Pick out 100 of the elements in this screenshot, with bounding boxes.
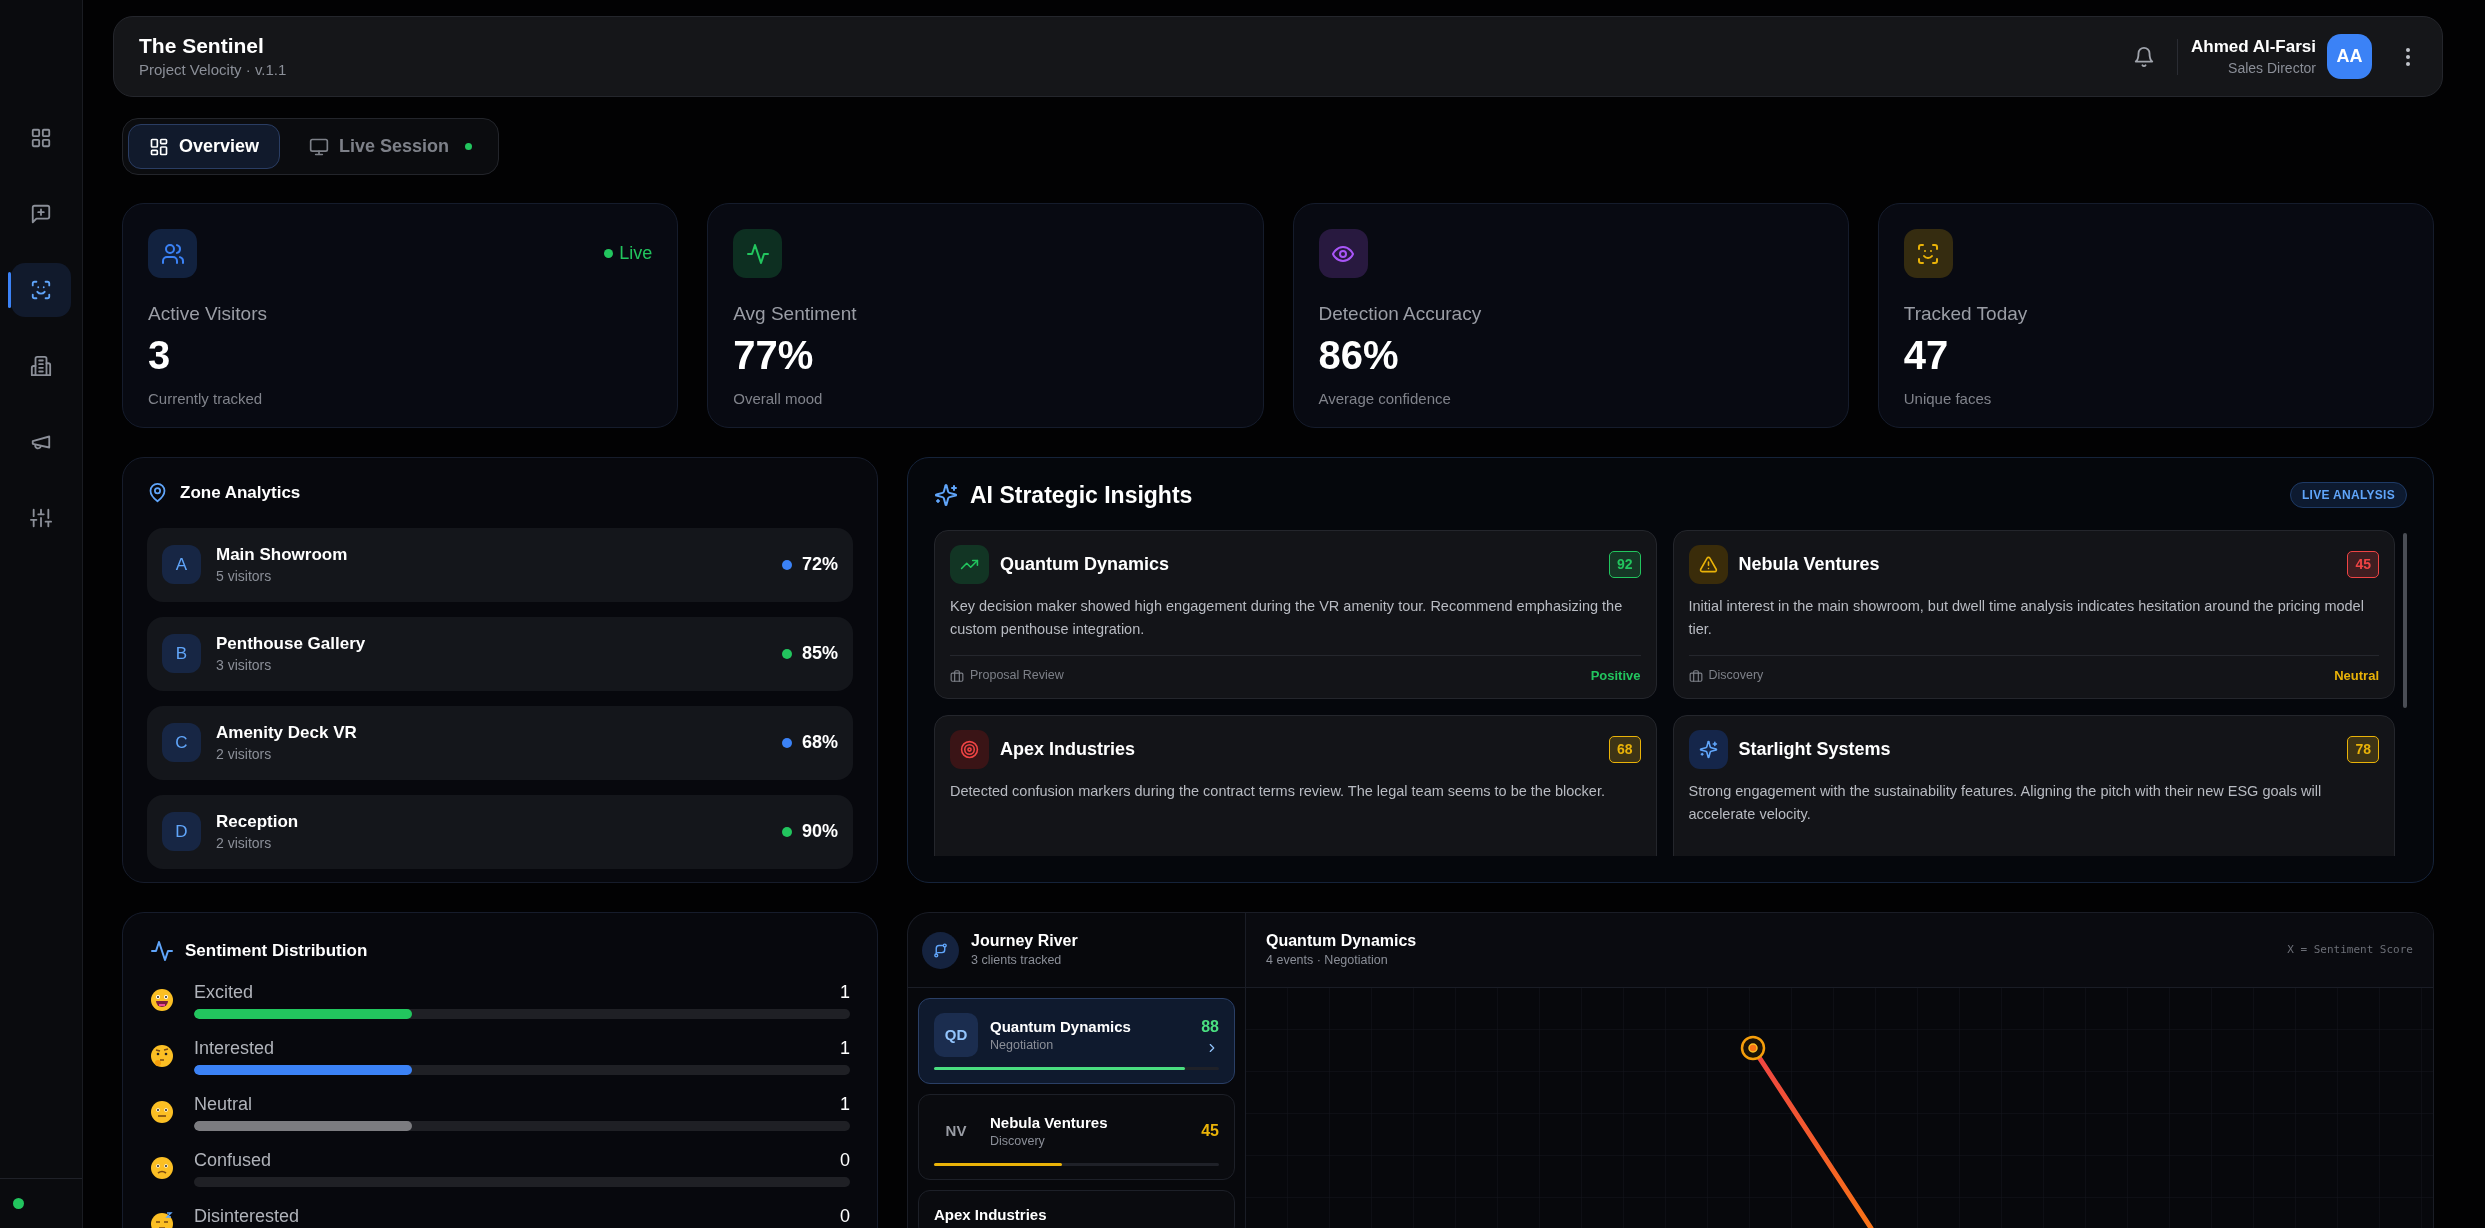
message-plus-icon — [30, 203, 52, 225]
sentiment-label: Neutral — [194, 1092, 253, 1115]
zone-name: Main Showroom — [216, 543, 349, 566]
company-name: Starlight Systems — [1738, 737, 1892, 761]
zone-letter: C — [162, 723, 201, 762]
zone-row[interactable]: B Penthouse Gallery 3 visitors 85% — [147, 616, 853, 691]
stat-label: Active Visitors — [148, 302, 268, 326]
sentiment-label: Positive — [1590, 667, 1641, 685]
face-scan-icon — [30, 279, 52, 301]
zone-letter: A — [162, 545, 201, 584]
panel-title: Zone Analytics — [180, 482, 301, 504]
zone-visitors: 2 visitors — [216, 833, 273, 853]
briefcase-icon — [1688, 668, 1703, 683]
sentiment-label: Neutral — [2334, 667, 2379, 685]
sentiment-count: 0 — [840, 1204, 850, 1227]
sentiment-count: 1 — [840, 1036, 850, 1059]
sparkles-icon — [1698, 739, 1718, 759]
client-name: Quantum Dynamics — [990, 1016, 1132, 1036]
zone-percent: 72% — [801, 553, 838, 576]
dashboard-icon — [149, 136, 169, 157]
detail-subtitle: 4 events · Negotiation — [1266, 952, 1389, 969]
zone-percent: 90% — [801, 820, 838, 843]
client-score: 45 — [1201, 1121, 1219, 1141]
client-item[interactable]: QD Quantum Dynamics Negotiation 88 — [918, 998, 1235, 1084]
stat-value: 77% — [733, 332, 815, 378]
zone-percent: 68% — [801, 731, 838, 754]
company-name: Apex Industries — [1000, 737, 1137, 761]
company-name: Nebula Ventures — [1738, 552, 1881, 576]
stat-value: 3 — [148, 332, 172, 378]
zone-row[interactable]: C Amenity Deck VR 2 visitors 68% — [147, 705, 853, 780]
panel-title: Sentiment Distribution — [185, 940, 368, 962]
insight-card[interactable]: Starlight Systems 78 Strong engagement with the sustainability features. Aligning the pitch with their new ESG goals will accelerate velocity. — [1672, 714, 2395, 856]
zone-row[interactable]: D Reception 2 visitors 90% — [147, 794, 853, 869]
building-icon — [30, 355, 52, 377]
client-initials: NV — [944, 1120, 968, 1141]
stat-caption: Overall mood — [733, 389, 824, 409]
sentiment-count: 1 — [840, 980, 850, 1003]
insight-card[interactable]: Nebula Ventures 45 Initial interest in the main showroom, but dwell time analysis indicates hesitation around the pricing model tier. Discovery Neutral — [1672, 529, 2395, 699]
pulse-icon — [150, 938, 174, 963]
user-role: Sales Director — [2228, 58, 2316, 78]
stat-value: 47 — [1903, 332, 1950, 378]
warning-icon — [1698, 554, 1718, 574]
client-name: Apex Industries — [934, 1205, 1048, 1224]
stat-caption: Average confidence — [1318, 389, 1452, 409]
stat-caption: Currently tracked — [148, 389, 264, 409]
zone-visitors: 2 visitors — [216, 744, 273, 764]
tab[interactable]: Overview — [128, 124, 281, 169]
client-name: Nebula Ventures — [990, 1112, 1109, 1132]
stat-label: Avg Sentiment — [733, 302, 858, 326]
tab[interactable]: Live Session — [288, 124, 494, 169]
insight-card[interactable]: Quantum Dynamics 92 Key decision maker showed high engagement during the VR amenity tour. Recommend emphasizing the custom penthouse integration. Proposal Review Positive — [934, 529, 1657, 699]
target-icon — [960, 739, 979, 759]
sentiment-label: Disinterested — [194, 1204, 300, 1227]
user-name: Ahmed Al-Farsi — [2191, 35, 2316, 58]
deal-stage: Proposal Review — [970, 667, 1065, 685]
active-indicator — [8, 272, 11, 308]
stat-value: 86% — [1318, 332, 1400, 378]
insight-text: Strong engagement with the sustainability features. Aligning the pitch with their new ESG goals will accelerate velocity. — [1688, 781, 2323, 824]
more-icon — [2406, 47, 2410, 66]
users-icon — [160, 241, 185, 266]
insight-card[interactable]: Apex Industries 68 Detected confusion markers during the contract terms review. The legal team seems to be the blocker. — [934, 714, 1657, 856]
app-title: The Sentinel — [139, 32, 265, 59]
zone-row[interactable]: A Main Showroom 5 visitors 72% — [147, 527, 853, 602]
sidebar-item[interactable] — [11, 263, 71, 317]
insight-text: Detected confusion markers during the contract terms review. The legal team seems to be the blocker. — [950, 781, 1606, 801]
app-subtitle: Project Velocity · v.1.1 — [139, 59, 288, 80]
sentiment-label: Interested — [194, 1036, 275, 1059]
insight-text: Key decision maker showed high engagement during the VR amenity tour. Recommend emphasizing the custom penthouse integration. — [950, 596, 1624, 639]
detail-title: Quantum Dynamics — [1266, 931, 1418, 951]
zone-name: Reception — [216, 810, 300, 833]
insight-text: Initial interest in the main showroom, but dwell time analysis indicates hesitation around the pricing model tier. — [1688, 596, 2365, 639]
user-avatar[interactable]: AA — [2327, 34, 2372, 79]
emoji-face-icon — [150, 1043, 174, 1068]
stat-label: Detection Accuracy — [1318, 302, 1483, 326]
face-scan-icon — [1916, 241, 1941, 266]
emoji-face-icon — [150, 987, 174, 1012]
zone-letter: B — [162, 634, 201, 673]
panel-subtitle: 3 clients tracked — [971, 952, 1063, 969]
company-name: Quantum Dynamics — [1000, 552, 1171, 576]
notifications-button[interactable] — [2133, 45, 2155, 68]
zone-percent: 85% — [801, 642, 838, 665]
client-item[interactable]: NV Nebula Ventures Discovery 45 — [918, 1094, 1235, 1180]
monitor-icon — [309, 136, 330, 157]
sentiment-count: 1 — [840, 1092, 850, 1115]
emoji-face-icon — [150, 1155, 174, 1180]
briefcase-icon — [950, 668, 964, 683]
live-label: Live — [619, 242, 653, 265]
sentiment-count: 0 — [840, 1148, 850, 1171]
client-initials: QD — [934, 1013, 978, 1057]
panel-title: AI Strategic Insights — [970, 481, 1194, 510]
client-score: 88 — [1201, 1017, 1219, 1037]
sentiment-label: Confused — [194, 1148, 272, 1171]
pulse-icon — [745, 241, 770, 266]
score-badge: 45 — [2347, 550, 2379, 578]
client-stage: Negotiation — [990, 1036, 1055, 1054]
deal-stage: Discovery — [1708, 667, 1765, 685]
client-item[interactable]: Apex Industries — [918, 1190, 1235, 1228]
zone-visitors: 3 visitors — [216, 655, 273, 675]
live-analysis-badge: LIVE ANALYSIS — [2289, 482, 2407, 509]
panel-title: Journey River — [971, 931, 1078, 951]
